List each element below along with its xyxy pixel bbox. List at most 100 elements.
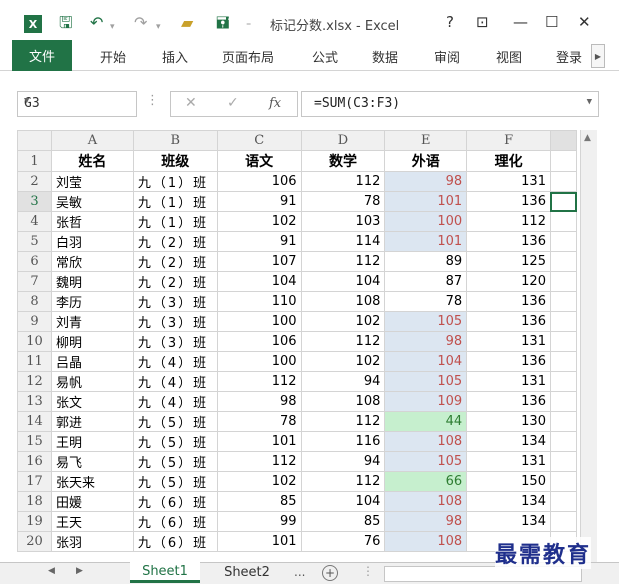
cell-chinese[interactable]: 106 — [216, 331, 302, 352]
save-as-icon[interactable]: 🖬 — [216, 13, 230, 33]
cell-math[interactable]: 108 — [300, 291, 386, 312]
cell-math[interactable]: 76 — [300, 531, 386, 552]
column-header-f[interactable]: F — [466, 130, 551, 151]
cell-name[interactable]: 刘青 — [50, 311, 134, 332]
ribbon-display-options-icon[interactable]: ⊡ — [476, 12, 489, 32]
cell-class[interactable]: 九（5）班 — [132, 471, 218, 492]
row-header[interactable]: 5 — [17, 231, 52, 252]
tab-view[interactable]: 视图 — [496, 47, 522, 66]
cell-name[interactable]: 柳明 — [50, 331, 134, 352]
cell-math[interactable]: 108 — [300, 391, 386, 412]
cell-physics-chemistry[interactable]: 131 — [466, 451, 551, 472]
cell-chinese[interactable]: 98 — [216, 391, 302, 412]
next-sheet-icon[interactable]: ▶ — [76, 566, 83, 576]
name-box[interactable]: G3 ▼ — [17, 91, 137, 117]
cell-class[interactable]: 九（2）班 — [132, 271, 218, 292]
cell-g[interactable] — [549, 391, 577, 412]
cell-math[interactable]: 116 — [300, 431, 386, 452]
cell-math[interactable]: 103 — [300, 211, 386, 232]
cell-class[interactable]: 九（3）班 — [132, 291, 218, 312]
cell-chinese[interactable]: 110 — [216, 291, 302, 312]
cell-english[interactable]: 98 — [384, 511, 468, 532]
tab-formulas[interactable]: 公式 — [312, 47, 338, 66]
cell-g[interactable] — [549, 491, 577, 512]
cell-g[interactable] — [549, 451, 577, 472]
row-header[interactable]: 4 — [17, 211, 52, 232]
cell-class[interactable]: 九（5）班 — [132, 431, 218, 452]
cell-math[interactable]: 102 — [300, 351, 386, 372]
row-header[interactable]: 19 — [17, 511, 52, 532]
row-header[interactable]: 3 — [17, 191, 52, 212]
cell-physics-chemistry[interactable]: 112 — [466, 211, 551, 232]
cell-g[interactable] — [549, 331, 577, 352]
cell-name[interactable]: 易帆 — [50, 371, 134, 392]
cell-physics-chemistry[interactable]: 136 — [466, 311, 551, 332]
cell-class[interactable]: 九（4）班 — [132, 371, 218, 392]
cell-class[interactable]: 九（6）班 — [132, 531, 218, 552]
cell-class[interactable]: 九（1）班 — [132, 211, 218, 232]
cell-english[interactable]: 104 — [384, 351, 468, 372]
header-cell-english[interactable]: 外语 — [384, 150, 468, 172]
cell-g[interactable] — [549, 431, 577, 452]
maximize-button[interactable]: ☐ — [545, 12, 558, 32]
cell-chinese[interactable]: 85 — [216, 491, 302, 512]
cell-physics-chemistry[interactable]: 125 — [466, 251, 551, 272]
cell-class[interactable]: 九（4）班 — [132, 391, 218, 412]
cell-physics-chemistry[interactable]: 131 — [466, 171, 551, 192]
cell-english[interactable]: 105 — [384, 451, 468, 472]
cell-english[interactable]: 105 — [384, 371, 468, 392]
cell-g[interactable] — [549, 231, 577, 252]
cell-english[interactable]: 105 — [384, 311, 468, 332]
cell-chinese[interactable]: 100 — [216, 311, 302, 332]
cell-name[interactable]: 张天来 — [50, 471, 134, 492]
cell-g1[interactable] — [549, 150, 577, 172]
cell-physics-chemistry[interactable]: 134 — [466, 491, 551, 512]
cell-g[interactable] — [549, 511, 577, 532]
cell-chinese[interactable]: 99 — [216, 511, 302, 532]
cell-math[interactable]: 85 — [300, 511, 386, 532]
cell-chinese[interactable]: 102 — [216, 471, 302, 492]
cell-name[interactable]: 张羽 — [50, 531, 134, 552]
column-header-a[interactable]: A — [50, 130, 134, 151]
cell-english[interactable]: 66 — [384, 471, 468, 492]
cell-name[interactable]: 李历 — [50, 291, 134, 312]
cell-physics-chemistry[interactable]: 150 — [466, 471, 551, 492]
cell-name[interactable]: 郭进 — [50, 411, 134, 432]
cell-math[interactable]: 104 — [300, 271, 386, 292]
cell-math[interactable]: 104 — [300, 491, 386, 512]
cell-class[interactable]: 九（4）班 — [132, 351, 218, 372]
cell-g[interactable] — [549, 271, 577, 292]
selected-cell-g3[interactable] — [549, 191, 577, 212]
cell-english[interactable]: 101 — [384, 191, 468, 212]
cell-english[interactable]: 108 — [384, 531, 468, 552]
cell-physics-chemistry[interactable]: 136 — [466, 191, 551, 212]
row-header-1[interactable]: 1 — [17, 150, 52, 172]
cell-chinese[interactable]: 107 — [216, 251, 302, 272]
cell-chinese[interactable]: 101 — [216, 431, 302, 452]
row-header[interactable]: 14 — [17, 411, 52, 432]
cell-name[interactable]: 白羽 — [50, 231, 134, 252]
expand-formula-bar-icon[interactable]: ▼ — [587, 97, 592, 107]
undo-dropdown-icon[interactable]: ▾ — [110, 17, 115, 37]
header-cell-chinese[interactable]: 语文 — [216, 150, 302, 172]
column-header-b[interactable]: B — [132, 130, 218, 151]
cell-physics-chemistry[interactable]: 136 — [466, 231, 551, 252]
cell-chinese[interactable]: 78 — [216, 411, 302, 432]
more-sheets-button[interactable]: ... — [294, 565, 305, 579]
cell-g[interactable] — [549, 371, 577, 392]
cell-name[interactable]: 吕晶 — [50, 351, 134, 372]
cell-physics-chemistry[interactable]: 134 — [466, 431, 551, 452]
cell-english[interactable]: 89 — [384, 251, 468, 272]
cell-english[interactable]: 100 — [384, 211, 468, 232]
row-header[interactable]: 12 — [17, 371, 52, 392]
cell-english[interactable]: 87 — [384, 271, 468, 292]
column-header-d[interactable]: D — [300, 130, 386, 151]
row-header[interactable]: 11 — [17, 351, 52, 372]
tab-file[interactable]: 文件 — [12, 40, 72, 71]
cell-g[interactable] — [549, 351, 577, 372]
sign-in-link[interactable]: 登录 — [556, 47, 582, 66]
cell-chinese[interactable]: 102 — [216, 211, 302, 232]
row-header[interactable]: 15 — [17, 431, 52, 452]
cell-class[interactable]: 九（5）班 — [132, 411, 218, 432]
cell-chinese[interactable]: 104 — [216, 271, 302, 292]
